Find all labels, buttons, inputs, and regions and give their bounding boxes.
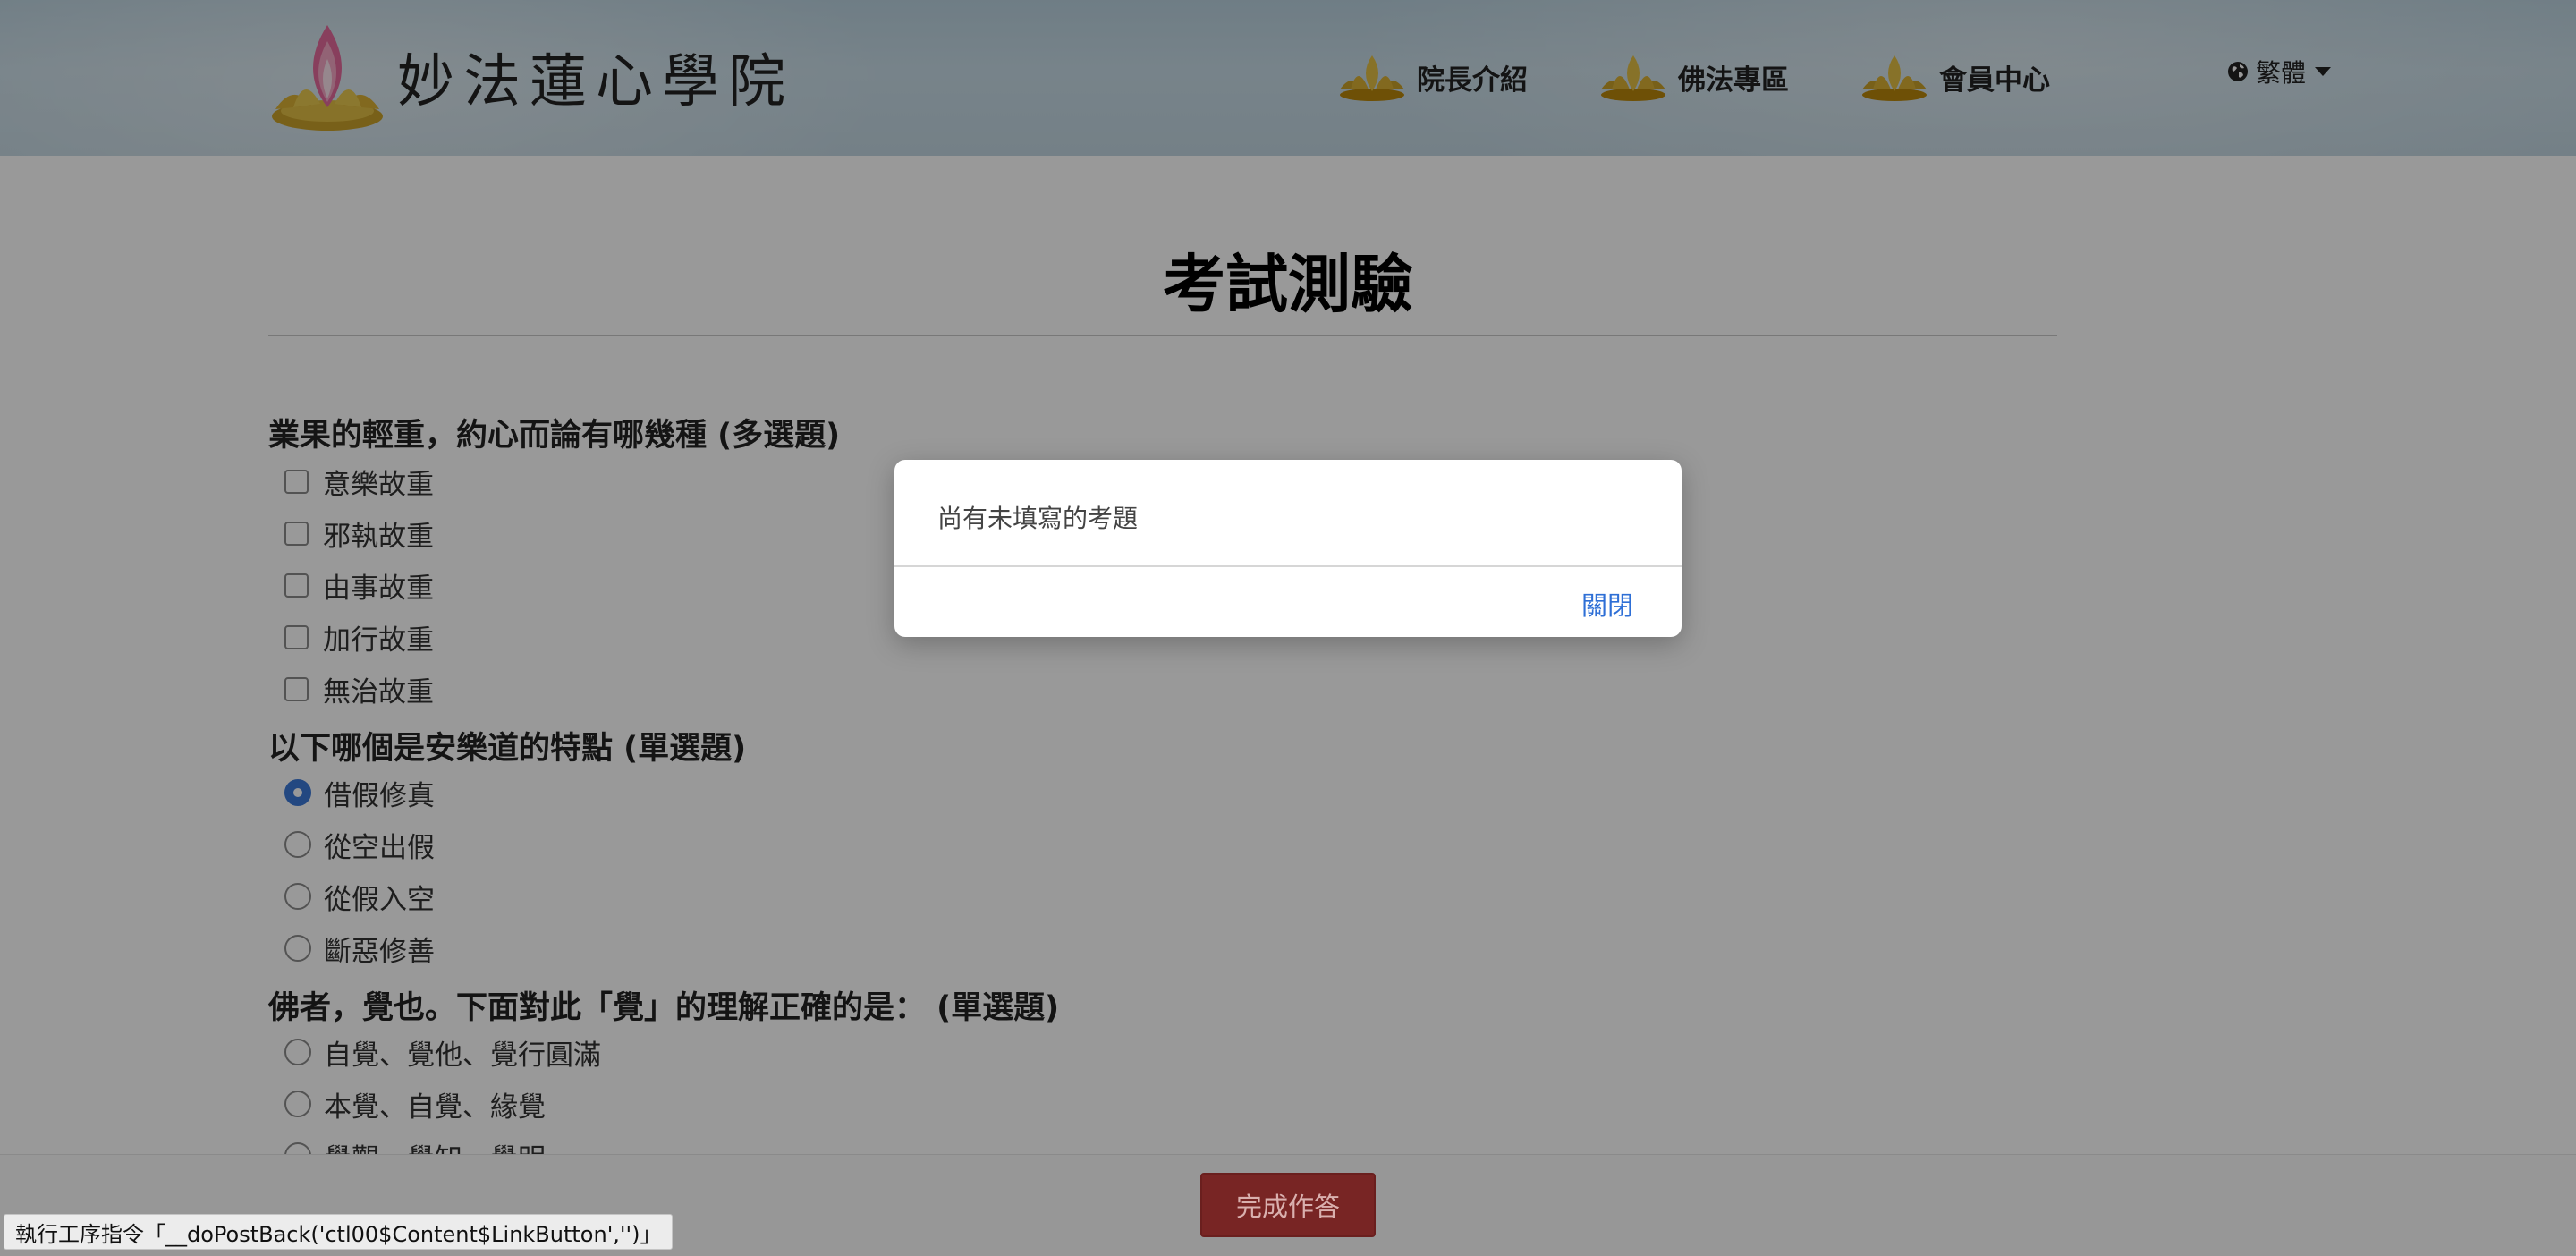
submit-button[interactable]: 完成作答 xyxy=(1200,1173,1376,1237)
browser-status-bar: 執行工序指令「__doPostBack('ctl00$Content$LinkB… xyxy=(4,1214,674,1250)
dialog-message: 尚有未填寫的考題 xyxy=(937,504,1139,533)
alert-dialog: 尚有未填寫的考題 關閉 xyxy=(894,460,1682,637)
close-button[interactable]: 關閉 xyxy=(1581,585,1633,623)
divider xyxy=(894,565,1682,567)
